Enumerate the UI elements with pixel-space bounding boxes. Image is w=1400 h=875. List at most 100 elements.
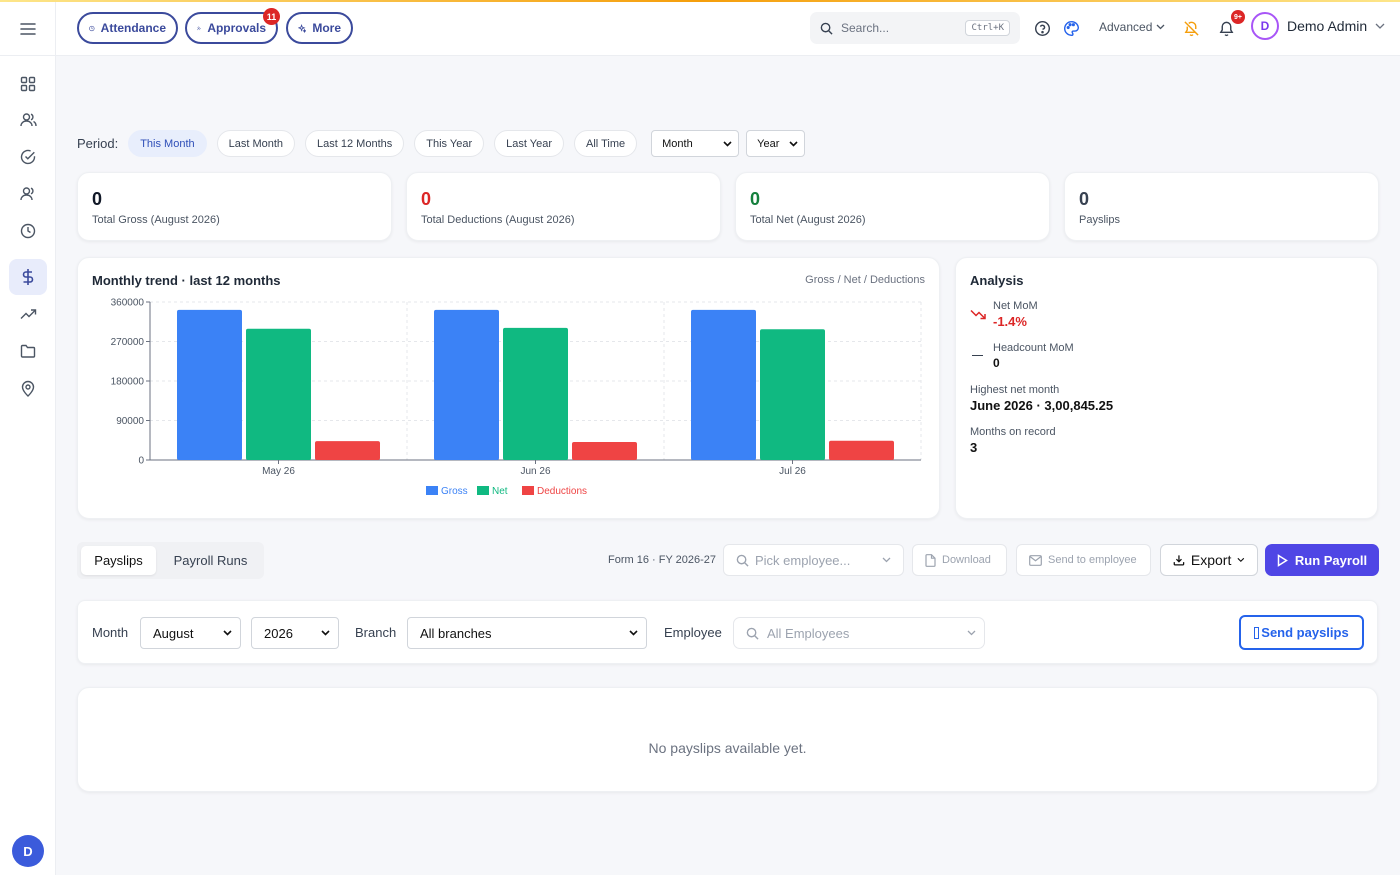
year-select[interactable]: Year [746,130,806,157]
period-filter: Period: This Month Last Month Last 12 Mo… [77,130,806,157]
mute-notifications-button[interactable] [1181,18,1201,38]
menu-button[interactable] [0,2,56,56]
send-to-employee-button[interactable]: Send to employee [1016,544,1151,576]
chip-last-year[interactable]: Last Year [494,130,565,157]
chip-this-year[interactable]: This Year [414,130,485,157]
months-on-record-label: Months on record [970,426,1056,438]
sidebar-item-team[interactable] [9,176,47,212]
y-tick-label: 180000 [111,377,145,388]
pick-employee-placeholder: Pick employee... [755,552,851,568]
theme-button[interactable] [1061,18,1081,38]
help-button[interactable] [1032,18,1052,38]
export-button[interactable]: Export [1160,544,1258,576]
send-to-employee-label: Send to employee [1048,554,1137,566]
bar-net [760,329,825,460]
flat-trend-icon [972,355,983,356]
attendance-button[interactable]: Attendance [77,12,178,44]
export-label: Export [1190,552,1232,568]
chip-last-12-months[interactable]: Last 12 Months [305,130,405,157]
notifications-button[interactable]: 9+ [1216,10,1245,38]
map-pin-icon [21,380,35,397]
form16-label: Form 16 · FY 2026-27 [608,554,717,566]
chevron-down-icon [1237,557,1245,563]
stat-label: Total Gross (August 2026) [92,214,220,226]
download-button[interactable]: Download [912,544,1007,576]
sparkles-icon [298,23,307,33]
chevron-down-icon [321,630,330,636]
chip-this-month[interactable]: This Month [128,130,207,157]
sidebar-item-attendance[interactable] [9,213,47,249]
sidebar-item-payroll[interactable] [9,259,47,295]
sidebar-avatar[interactable]: D [12,835,44,867]
filter-year-select[interactable]: 2026 [251,617,339,649]
chevron-down-icon [629,630,638,636]
analysis-title: Analysis [970,273,1024,288]
net-mom-block: Net MoM -1.4% [993,300,1038,329]
sidebar: D [0,56,56,875]
dashboard-icon [20,76,36,92]
sidebar-item-documents[interactable] [9,333,47,369]
y-tick-label: 360000 [111,298,145,309]
chevron-down-icon [1156,24,1165,30]
legend-swatch [477,486,489,495]
highest-net-value: June 2026 · 3,00,845.25 [970,398,1114,413]
headcount-mom-label: Headcount MoM [993,342,1074,354]
approvals-badge: 11 [263,8,280,25]
search-placeholder: Search... [841,21,890,35]
monthly-trend-chart: 0 90000 180000 270000 360000 May 26 Jun 26 Jul … [111,298,922,497]
stat-label: Payslips [1079,214,1120,226]
sidebar-item-users[interactable] [9,102,47,138]
stat-card-deductions: 0 Total Deductions (August 2026) [406,172,721,241]
chevron-down-icon [967,630,976,636]
y-tick-label: 90000 [116,416,144,427]
tab-payslips[interactable]: Payslips [81,546,156,575]
dollar-icon [22,269,34,285]
net-mom-label: Net MoM [993,300,1038,312]
filter-employee-select[interactable]: All Employees [733,617,985,649]
bar-net [246,328,311,460]
more-button[interactable]: More [286,12,353,44]
stat-label: Total Net (August 2026) [750,214,866,226]
sidebar-item-locations[interactable] [9,370,47,406]
top-bar: Attendance Approvals 11 More Search... C… [56,2,1400,56]
users-icon [19,113,37,127]
bar-gross [691,309,756,460]
sidebar-item-dashboard[interactable] [9,66,47,102]
notifications-badge: 9+ [1231,10,1245,24]
empty-state-message: No payslips available yet. [648,740,807,756]
search-shortcut: Ctrl+K [965,20,1010,36]
advanced-dropdown[interactable]: Advanced [1099,20,1165,34]
sidebar-item-tasks[interactable] [9,139,47,175]
month-select[interactable]: Month [651,130,740,157]
filter-branch-select[interactable]: All branches [407,617,647,649]
send-payslips-button[interactable]: Send payslips [1239,615,1364,650]
pick-employee-select[interactable]: Pick employee... [723,544,904,576]
run-payroll-button[interactable]: Run Payroll [1265,544,1379,576]
chip-all-time[interactable]: All Time [574,130,638,157]
month-select-value: Month [662,137,693,150]
filter-month-label: Month [92,625,129,640]
x-tick-label: Jun 26 [520,466,550,477]
user-menu[interactable]: D Demo Admin [1251,12,1385,40]
filter-month-select[interactable]: August [140,617,241,649]
menu-icon [19,22,36,35]
filter-month-value: August [153,625,194,641]
search-input[interactable]: Search... Ctrl+K [810,12,1020,44]
x-tick-label: May 26 [262,466,295,477]
headcount-mom-value: 0 [993,356,1000,370]
stat-label: Total Deductions (August 2026) [421,214,575,226]
chevron-down-icon [1375,23,1385,29]
stat-value: 0 [92,189,103,209]
chevron-down-icon [882,557,891,563]
approvals-button[interactable]: Approvals 11 [185,8,280,44]
check-circle-icon [20,149,36,165]
missing-glyph-icon [1254,626,1260,639]
tab-payroll-runs[interactable]: Payroll Runs [162,546,259,575]
advanced-label: Advanced [1099,20,1153,34]
stat-value: 0 [421,189,432,209]
filter-branch-value: All branches [420,625,492,641]
team-icon [19,187,34,201]
legend-label: Net [492,486,508,497]
chip-last-month[interactable]: Last Month [216,130,296,157]
sidebar-item-reports[interactable] [9,296,47,332]
